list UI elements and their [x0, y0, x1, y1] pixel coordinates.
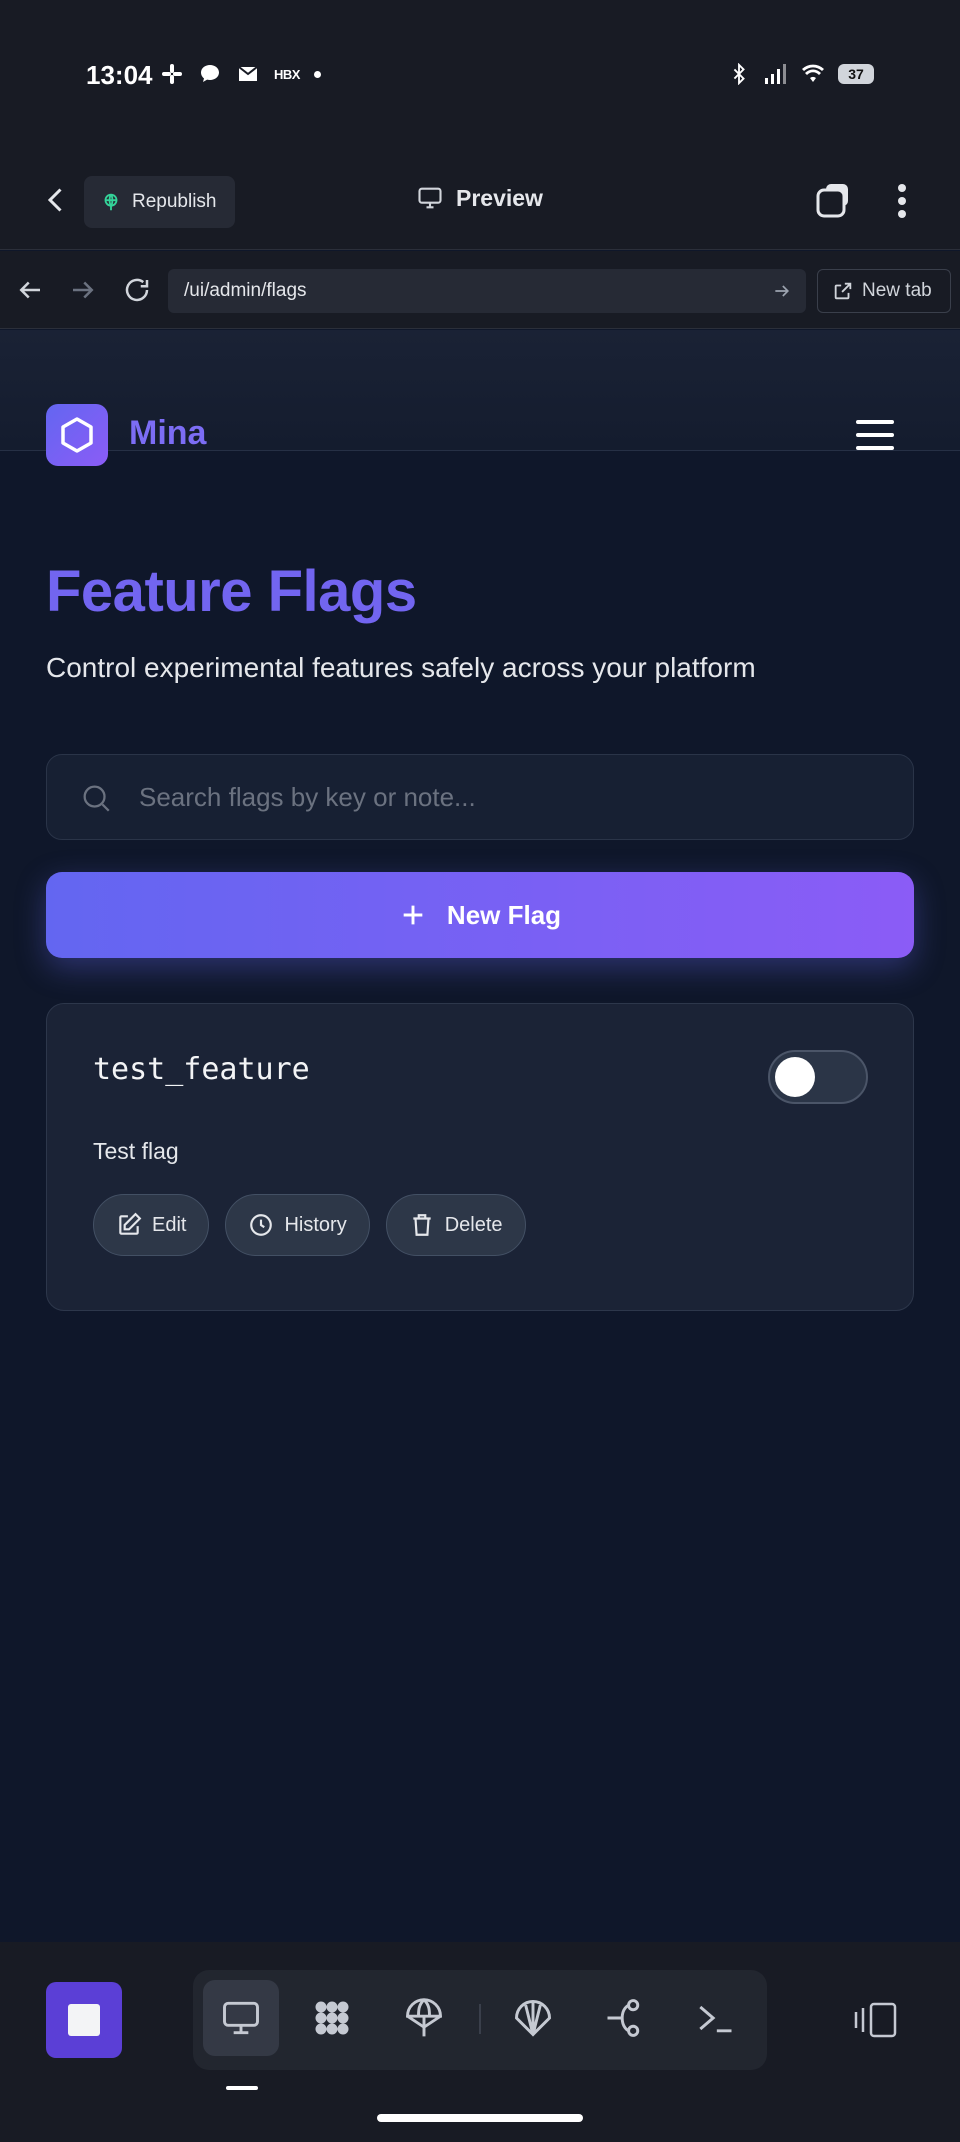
edit-button[interactable]: Edit [93, 1194, 210, 1256]
tool-separator [479, 2004, 481, 2034]
flag-note: Test flag [93, 1138, 179, 1164]
notification-icons: HBX [160, 62, 321, 86]
monitor-icon [219, 1996, 263, 2040]
search-box [46, 754, 914, 840]
shell-icon [511, 1996, 555, 2040]
integrations-tool-button[interactable] [294, 1980, 370, 2056]
flag-key: test_feature [93, 1052, 310, 1087]
search-icon [79, 781, 113, 815]
logo-icon[interactable] [46, 404, 108, 466]
preview-label: Preview [456, 184, 543, 211]
home-indicator [377, 2114, 583, 2122]
bottom-toolbar [0, 1942, 960, 2142]
parachute-icon [402, 1996, 446, 2040]
more-vertical-icon[interactable] [886, 180, 918, 222]
preview-tool-button[interactable] [203, 1980, 279, 2056]
bluetooth-icon [728, 63, 750, 85]
chat-icon [198, 62, 222, 86]
toggle-knob [775, 1057, 815, 1097]
app-header: Republish Preview [0, 150, 960, 250]
clock-icon [248, 1212, 274, 1238]
reload-icon[interactable] [122, 275, 152, 305]
history-button[interactable]: History [225, 1194, 370, 1256]
mail-icon [236, 62, 260, 86]
search-input[interactable] [139, 755, 899, 839]
edit-icon [116, 1212, 142, 1238]
slack-icon [160, 62, 184, 86]
trash-icon [409, 1212, 435, 1238]
wifi-icon [800, 62, 826, 86]
brand-name[interactable]: Mina [129, 414, 206, 453]
battery-indicator: 37 [838, 64, 874, 84]
url-input[interactable]: /ui/admin/flags [168, 269, 806, 313]
notification-badge: HBX [274, 66, 300, 82]
republish-label: Republish [132, 191, 217, 212]
shell-tool-button[interactable] [495, 1980, 571, 2056]
history-label: History [284, 1213, 347, 1236]
stop-button[interactable] [46, 1982, 122, 2058]
flag-card: test_feature Test flag Edit History Dele… [46, 1003, 914, 1311]
status-bar: 13:04 HBX 37 [0, 0, 960, 150]
url-text: /ui/admin/flags [184, 280, 307, 301]
console-tool-button[interactable] [677, 1980, 753, 2056]
back-icon[interactable] [38, 182, 74, 218]
flag-actions: Edit History Delete [93, 1194, 526, 1256]
browser-back-icon[interactable] [15, 275, 45, 305]
branch-icon [602, 1996, 646, 2040]
republish-button[interactable]: Republish [84, 176, 235, 228]
new-tab-label: New tab [862, 280, 932, 301]
more-notifications-dot [313, 70, 321, 78]
active-tool-indicator [226, 2086, 258, 2090]
tabs-icon[interactable] [812, 180, 854, 222]
browser-forward-icon[interactable] [68, 275, 98, 305]
hamburger-menu-icon[interactable] [856, 418, 894, 452]
page-subtitle: Control experimental features safely acr… [46, 652, 756, 683]
go-arrow-icon[interactable] [772, 281, 792, 301]
status-time: 13:04 [86, 60, 153, 90]
preview-title: Preview [416, 184, 543, 212]
external-link-icon [832, 280, 854, 302]
edit-label: Edit [152, 1213, 187, 1236]
flag-toggle[interactable] [768, 1050, 868, 1104]
git-tool-button[interactable] [586, 1980, 662, 2056]
new-flag-label: New Flag [446, 899, 562, 930]
terminal-icon [693, 1996, 737, 2040]
new-tab-button[interactable]: New tab [817, 269, 951, 313]
signal-icon [762, 62, 788, 86]
web-content: Mina Feature Flags Control experimental … [0, 330, 960, 1942]
plus-icon [399, 901, 427, 929]
monitor-icon [416, 184, 444, 212]
new-flag-button[interactable]: New Flag [46, 872, 914, 958]
tool-group [193, 1970, 767, 2070]
stop-icon [68, 2004, 100, 2036]
side-panel-icon[interactable] [853, 2000, 899, 2040]
browser-bar: /ui/admin/flags New tab [0, 251, 960, 329]
republish-icon [100, 191, 122, 213]
deploy-tool-button[interactable] [386, 1980, 462, 2056]
system-icons: 37 [728, 62, 874, 86]
delete-label: Delete [444, 1213, 503, 1236]
delete-button[interactable]: Delete [385, 1194, 526, 1256]
page-title: Feature Flags [46, 559, 417, 624]
grid-blobs-icon [310, 1996, 354, 2040]
